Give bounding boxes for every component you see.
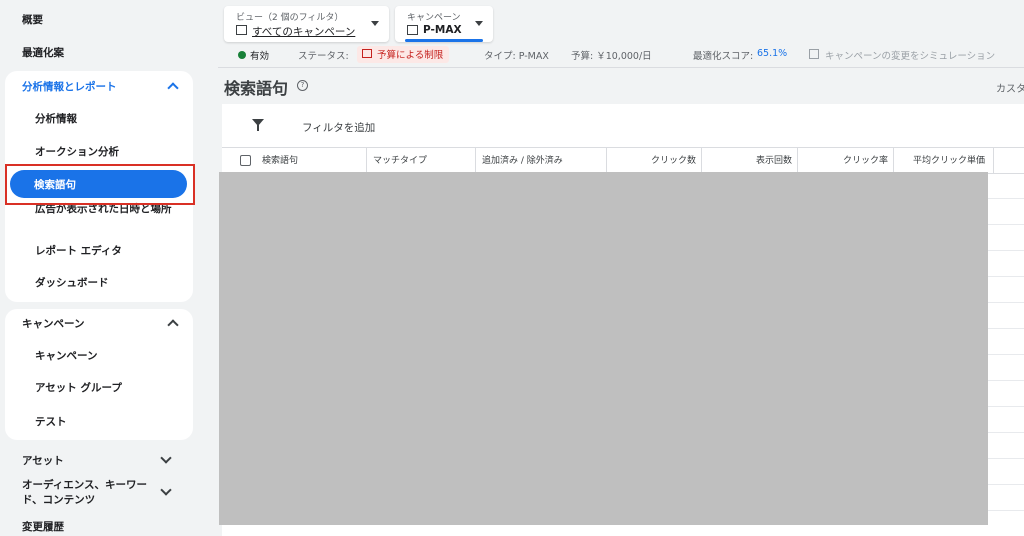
table-row — [988, 484, 1024, 485]
help-icon[interactable]: ? — [297, 80, 308, 91]
table-header: 検索語句 マッチタイプ 追加済み / 除外済み クリック数 表示回数 クリック率… — [222, 148, 1024, 174]
chevron-down-icon[interactable] — [160, 484, 172, 496]
header-divider — [218, 67, 1024, 68]
status-badge[interactable]: 予算による制限 — [357, 46, 450, 63]
sidebar-item-change-history[interactable]: 変更履歴 — [22, 519, 64, 534]
chart-icon — [362, 49, 372, 58]
selector-underline — [405, 39, 483, 42]
status-badge-text: 予算による制限 — [377, 50, 444, 61]
view-selector-label: ビュー（2 個のフィルタ） — [236, 13, 344, 23]
campaign-type: タイプ: P-MAX — [484, 51, 549, 62]
simulate-changes-button[interactable]: キャンペーンの変更をシミュレーション — [809, 48, 996, 62]
optimization-score-label: 最適化スコア: — [693, 51, 754, 62]
sidebar-item-dashboards[interactable]: ダッシュボード — [35, 275, 109, 290]
enabled-status-icon — [238, 51, 246, 59]
add-filter-button[interactable]: フィルタを追加 — [302, 120, 375, 135]
page-title: 検索語句 — [224, 79, 289, 98]
enabled-label: 有効 — [250, 51, 270, 62]
customize-link[interactable]: カスタ — [996, 80, 1024, 95]
sidebar-item-overview[interactable]: 概要 — [22, 12, 43, 27]
search-terms-table: フィルタを追加 検索語句 マッチタイプ 追加済み / 除外済み クリック数 表示… — [219, 104, 1024, 536]
column-header-clicks[interactable]: クリック数 — [607, 148, 702, 174]
redacted-table-content — [219, 172, 988, 525]
chevron-up-icon[interactable] — [167, 82, 179, 94]
optimization-score-value[interactable]: 65.1% — [757, 48, 787, 59]
sidebar-item-experiments[interactable]: テスト — [35, 414, 67, 429]
chevron-up-icon[interactable] — [167, 319, 179, 331]
campaigns-group: キャンペーン キャンペーン アセット グループ テスト — [5, 309, 193, 440]
dropdown-arrow-icon — [371, 21, 379, 26]
table-row — [988, 432, 1024, 433]
table-row — [988, 380, 1024, 381]
sidebar-item-campaigns[interactable]: キャンペーン — [35, 348, 97, 363]
highlight-annotation-box — [5, 164, 195, 205]
sidebar-item-asset-groups[interactable]: アセット グループ — [35, 380, 122, 395]
home-icon — [236, 25, 247, 35]
column-header-avg-cpc[interactable]: 平均クリック単価 — [894, 148, 994, 174]
table-row — [988, 302, 1024, 303]
sidebar-item-audiences[interactable]: オーディエンス、キーワード、コンテンツ — [22, 478, 157, 508]
performance-max-icon — [407, 25, 418, 35]
campaign-selector-label: キャンペーン — [407, 13, 461, 23]
simulate-label: キャンペーンの変更をシミュレーション — [825, 51, 996, 62]
table-row — [988, 510, 1024, 511]
campaign-selector[interactable]: キャンペーン P-MAX — [395, 6, 493, 42]
status-label: ステータス: — [298, 51, 349, 62]
sidebar-item-auction-insights[interactable]: オークション分析 — [35, 144, 119, 159]
view-selector[interactable]: ビュー（2 個のフィルタ） すべてのキャンペーン — [224, 6, 389, 42]
column-header-ctr[interactable]: クリック率 — [798, 148, 894, 174]
column-header-impressions[interactable]: 表示回数 — [702, 148, 798, 174]
column-header-match-type[interactable]: マッチタイプ — [373, 148, 476, 174]
column-header-added-excluded[interactable]: 追加済み / 除外済み — [482, 148, 607, 174]
filter-icon[interactable] — [252, 119, 264, 131]
table-row — [988, 198, 1024, 199]
filter-bar: フィルタを追加 — [222, 104, 1024, 148]
table-row — [988, 406, 1024, 407]
campaigns-header[interactable]: キャンペーン — [22, 316, 84, 331]
table-row — [988, 224, 1024, 225]
view-selector-value: すべてのキャンペーン — [252, 26, 356, 38]
sidebar-item-assets[interactable]: アセット — [22, 453, 64, 468]
table-row — [988, 458, 1024, 459]
chevron-down-icon[interactable] — [160, 452, 172, 464]
select-all-checkbox[interactable] — [240, 155, 251, 166]
sidebar-item-insights[interactable]: 分析情報 — [35, 111, 77, 126]
campaign-selector-value: P-MAX — [423, 24, 462, 36]
dropdown-arrow-icon — [475, 21, 483, 26]
sidebar: 概要 最適化案 分析情報とレポート 分析情報 オークション分析 広告が表示された… — [0, 0, 200, 536]
sidebar-item-report-editor[interactable]: レポート エディタ — [35, 243, 122, 258]
simulate-icon — [809, 49, 819, 59]
table-row — [988, 328, 1024, 329]
column-header-search-term[interactable]: 検索語句 — [262, 148, 367, 174]
table-row — [988, 354, 1024, 355]
table-row — [988, 276, 1024, 277]
table-row — [988, 250, 1024, 251]
insights-reports-header[interactable]: 分析情報とレポート — [22, 79, 117, 94]
sidebar-item-recommendations[interactable]: 最適化案 — [22, 45, 64, 60]
campaign-budget: 予算: ￥10,000/日 — [571, 51, 652, 62]
